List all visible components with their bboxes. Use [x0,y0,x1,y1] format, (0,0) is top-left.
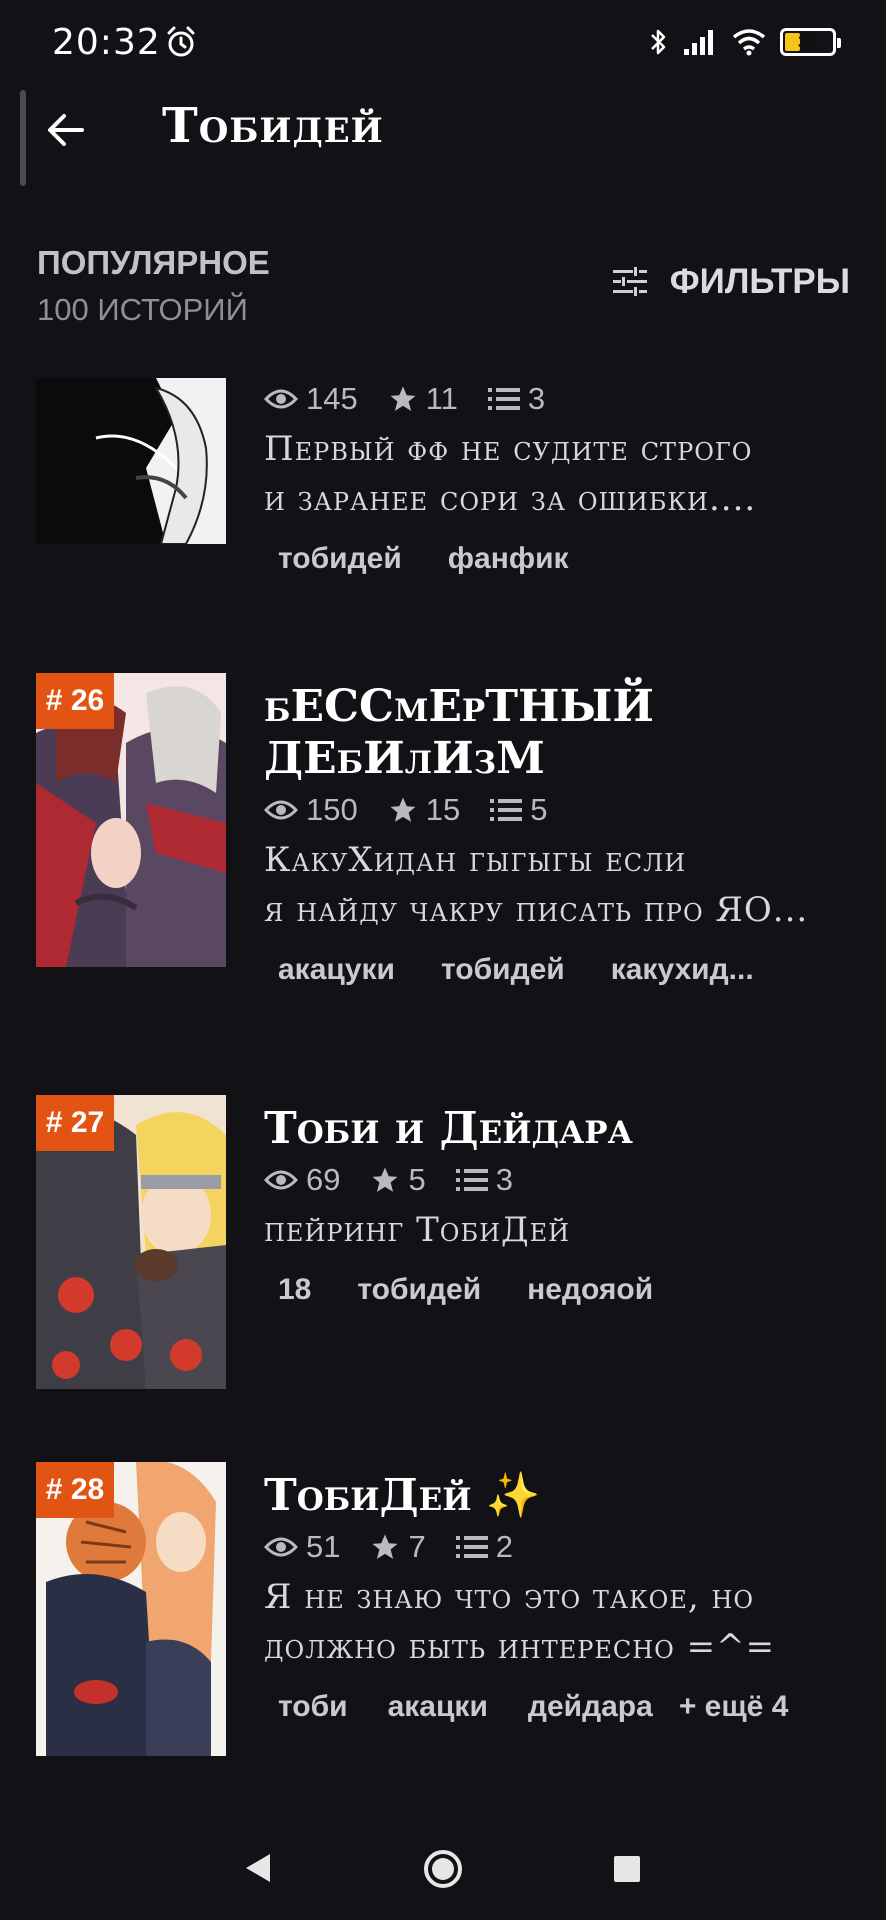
nav-home-icon[interactable] [422,1848,464,1890]
status-time: 20:32 [52,22,161,63]
views-count: 69 [306,1162,341,1197]
tag[interactable]: акацки [388,1690,488,1724]
star-icon [372,1534,398,1559]
sparkle-icon: ✨ [485,1470,541,1521]
story-title[interactable]: Тоби и Дейдара [264,1103,864,1155]
story-tags: тоби акацки дейдара + ещё 4 [278,1690,864,1724]
story-description: и заранее сори за ошибки.... [264,479,757,519]
filters-button[interactable]: ФИЛЬТРЫ [612,262,850,302]
views-count: 150 [306,792,358,827]
system-nav-bar [0,1820,886,1920]
filters-label: ФИЛЬТРЫ [669,262,850,301]
tag[interactable]: тобидей [441,953,565,987]
back-button[interactable] [36,100,96,160]
nav-recents-icon[interactable] [614,1856,640,1882]
tag[interactable]: дейдара [528,1690,653,1724]
story-stats: 51 7 2 [264,1522,864,1572]
views-count: 51 [306,1529,341,1564]
views-stat: 51 [264,1529,340,1565]
story-stats: 69 5 3 [264,1155,864,1205]
tag[interactable]: акацуки [278,953,395,987]
stars-stat: 15 [388,792,460,828]
star-icon [372,1167,398,1192]
list-icon [455,1536,488,1558]
alarm-icon [167,26,195,57]
rank-badge: # 28 [36,1462,114,1518]
eye-icon [264,1170,298,1190]
story-card[interactable]: # 27 Тоби и Дейдара 69 5 3 пейринг ТобиД… [36,1095,856,1395]
story-cover [36,378,226,544]
views-stat: 69 [264,1162,340,1198]
story-title[interactable]: ДЕбИлИзМ [264,733,864,785]
scroll-indicator [20,90,26,186]
list-icon [487,388,520,410]
stars-count: 15 [425,792,461,827]
stars-stat: 5 [370,1162,426,1198]
battery-icon: 33 [780,28,841,56]
eye-icon [264,800,298,820]
story-title[interactable]: бЕССмЕрТНЫЙ [264,681,864,733]
star-icon [390,386,416,411]
signal-icon [684,30,713,55]
story-description: пейринг ТобиДей [264,1210,571,1250]
story-tags: тобидей фанфик [278,542,864,576]
story-description: я найду чакру писать про ЯО... [264,890,809,930]
eye-icon [264,1537,298,1557]
wifi-icon [732,29,766,56]
status-icons: 33 [648,24,841,60]
views-count: 145 [306,381,358,416]
parts-stat: 5 [490,792,547,828]
rank-badge: # 27 [36,1095,114,1151]
battery-level: 33 [797,31,819,52]
story-card[interactable]: 145 11 3 Первый фф не судите строго и за… [36,378,856,575]
tag[interactable]: тобидей [278,542,402,576]
views-stat: 150 [264,792,358,828]
story-title[interactable]: ТобиДей ✨ [264,1470,864,1522]
arrow-left-icon [48,114,84,146]
stars-count: 7 [408,1529,426,1564]
list-icon [455,1169,488,1191]
rank-badge: # 26 [36,673,114,729]
page-title: Тобидей [162,98,384,154]
story-description: Я не знаю что это такое, но [264,1577,755,1617]
section-count: 100 ИСТОРИЙ [37,292,248,327]
section-title: ПОПУЛЯРНОЕ [37,244,270,281]
list-icon [490,799,523,821]
parts-stat: 3 [487,381,546,417]
parts-stat: 3 [455,1162,513,1198]
story-description: Первый фф не судите строго [264,429,753,469]
tag[interactable]: недояой [527,1273,653,1307]
story-tags: 18 тобидей недояой [278,1273,864,1307]
story-description: должно быть интересно =^= [264,1627,776,1667]
tag[interactable]: тобидей [357,1273,481,1307]
status-bar: 20:32 33 [0,0,886,84]
parts-count: 3 [495,1162,513,1197]
parts-count: 5 [530,792,548,827]
tag[interactable]: фанфик [448,542,569,576]
story-stats: 150 15 5 [264,785,864,835]
stars-stat: 7 [370,1529,426,1565]
parts-count: 3 [527,381,546,416]
more-tags[interactable]: + ещё 4 [679,1690,789,1724]
story-title-text: ТобиДей [264,1470,472,1521]
bluetooth-icon [651,29,666,55]
story-stats: 145 11 3 [264,374,864,424]
eye-icon [264,389,298,409]
tag[interactable]: какухид... [611,953,754,987]
star-icon [390,797,416,822]
tag[interactable]: 18 [278,1273,311,1307]
tag[interactable]: тоби [278,1690,348,1724]
stars-count: 5 [408,1162,426,1197]
sliders-icon [612,267,647,296]
stars-count: 11 [425,381,458,416]
parts-count: 2 [495,1529,513,1564]
story-card[interactable]: # 28 ТобиДей ✨ 51 7 2 Я не знаю что это т… [36,1462,856,1762]
nav-back-icon[interactable] [244,1852,272,1884]
parts-stat: 2 [455,1529,513,1565]
stars-stat: 11 [388,381,458,417]
views-stat: 145 [264,381,358,417]
story-card[interactable]: # 26 бЕССмЕрТНЫЙ ДЕбИлИзМ 150 15 5 КакуХ… [36,673,856,986]
story-description: КакуХидан гыгыгы если [264,840,687,880]
story-tags: акацуки тобидей какухид... [278,953,864,987]
